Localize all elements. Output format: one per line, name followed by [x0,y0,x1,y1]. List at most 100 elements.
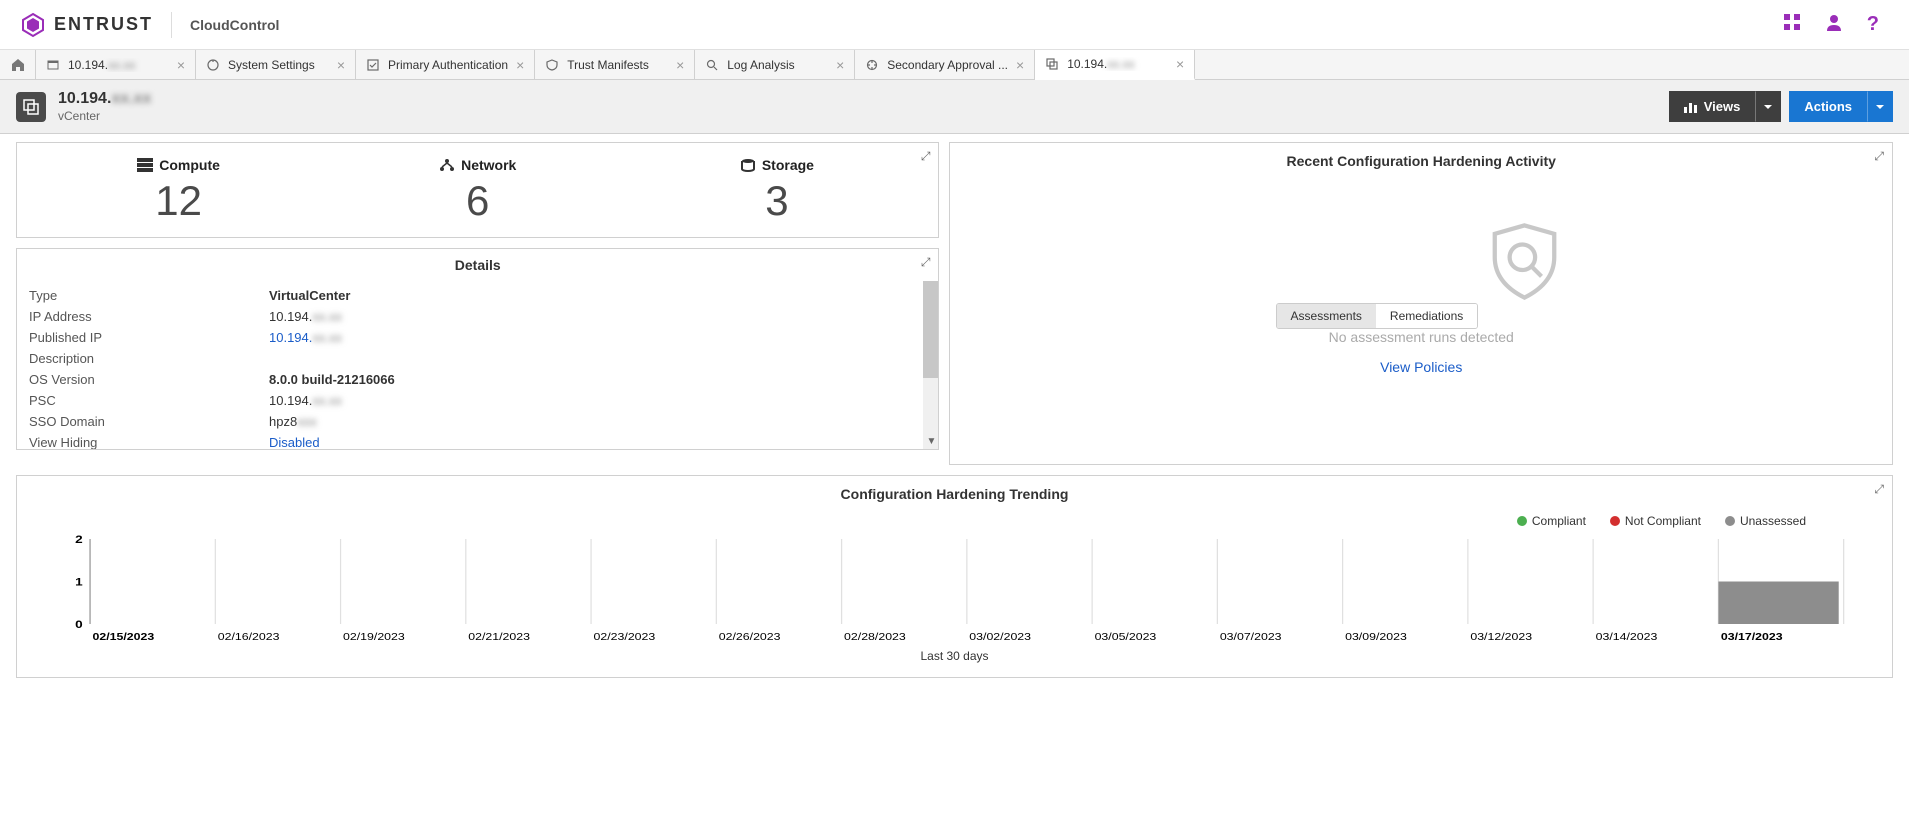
scrollbar-down-icon[interactable]: ▼ [926,436,936,447]
svg-text:1: 1 [75,576,83,588]
logo-text: ENTRUST [54,14,153,35]
legend-unassessed: Unassessed [1725,514,1806,528]
tab-remediations[interactable]: Remediations [1376,304,1477,328]
detail-label: Description [29,351,269,366]
tab-3[interactable]: Trust Manifests× [535,50,695,79]
apps-icon[interactable] [1783,13,1801,36]
actions-button[interactable]: Actions [1789,91,1867,122]
detail-row: OS Version8.0.0 build-21216066 [29,369,926,390]
compute-icon [137,158,153,172]
shield-search-icon [1482,219,1567,304]
close-icon[interactable]: × [836,57,844,73]
assessment-tabs: Assessments Remediations [1276,303,1479,329]
close-icon[interactable]: × [516,57,524,73]
detail-label: SSO Domain [29,414,269,429]
tab-icon [705,58,719,72]
detail-row: IP Address10.194.xx.xx [29,306,926,327]
chart-xlabel: Last 30 days [53,649,1856,663]
help-icon[interactable]: ? [1867,13,1879,36]
detail-label: IP Address [29,309,269,324]
expand-icon[interactable]: ⤢ [921,255,931,270]
network-value: 6 [328,177,627,225]
views-button-group: Views [1669,91,1782,122]
app-name: CloudControl [190,17,279,33]
views-button[interactable]: Views [1669,91,1756,122]
tabs-container: 10.194.xx.xx×System Settings×Primary Aut… [36,50,1195,79]
detail-label: View Hiding [29,435,269,449]
close-icon[interactable]: × [177,57,185,73]
tab-label: System Settings [228,58,329,72]
tab-0[interactable]: 10.194.xx.xx × [36,50,196,79]
close-icon[interactable]: × [1176,56,1184,72]
svg-text:03/14/2023: 03/14/2023 [1596,632,1658,643]
scrollbar[interactable]: ▼ [923,281,938,449]
context-header: 10.194.xx.xx vCenter Views Actions [0,80,1909,134]
close-icon[interactable]: × [1016,57,1024,73]
storage-icon [740,158,756,172]
details-panel: ⤢ Details TypeVirtualCenterIP Address10.… [16,248,939,450]
chart-area: 01202/15/202302/16/202302/19/202302/21/2… [53,534,1856,647]
tab-strip: 10.194.xx.xx×System Settings×Primary Aut… [0,50,1909,80]
tab-1[interactable]: System Settings × [196,50,356,79]
logo: ENTRUST [20,12,153,38]
close-icon[interactable]: × [676,57,684,73]
tab-assessments[interactable]: Assessments [1277,304,1376,328]
actions-dropdown-caret[interactable] [1867,91,1893,122]
svg-text:0: 0 [75,618,83,630]
svg-text:2: 2 [75,534,83,546]
tab-2[interactable]: Primary Authentication× [356,50,535,79]
details-body[interactable]: TypeVirtualCenterIP Address10.194.xx.xxP… [17,281,938,449]
assessment-panel: ⤢ Recent Configuration Hardening Activit… [949,142,1893,465]
close-icon[interactable]: × [337,57,345,73]
svg-text:03/17/2023: 03/17/2023 [1721,632,1783,643]
tab-icon [46,58,60,72]
detail-row: SSO Domainhpz8xxx [29,411,926,432]
detail-label: Published IP [29,330,269,345]
detail-value: VirtualCenter [269,288,350,303]
header-actions: ? [1783,13,1879,36]
actions-button-group: Actions [1789,91,1893,122]
home-tab[interactable] [0,50,36,79]
detail-row: TypeVirtualCenter [29,285,926,306]
user-icon[interactable] [1825,13,1843,36]
detail-row: PSC10.194.xx.xx [29,390,926,411]
storage-value: 3 [627,177,926,225]
svg-text:02/19/2023: 02/19/2023 [343,632,405,643]
chart-icon [1684,101,1698,113]
expand-icon[interactable]: ⤢ [921,149,931,164]
detail-value: 10.194.xx.xx [269,393,342,408]
view-policies-link[interactable]: View Policies [962,359,1880,375]
vcenter-icon [16,92,46,122]
tab-icon [206,58,220,72]
home-icon [11,58,25,72]
svg-text:03/09/2023: 03/09/2023 [1345,632,1407,643]
tab-5[interactable]: Secondary Approval ... × [855,50,1035,79]
expand-icon[interactable]: ⤢ [1874,149,1884,164]
tab-label: Secondary Approval ... [887,58,1008,72]
legend-notcompliant: Not Compliant [1610,514,1701,528]
detail-label: PSC [29,393,269,408]
expand-icon[interactable]: ⤢ [1874,482,1884,497]
chart-title: Configuration Hardening Trending [53,486,1856,502]
svg-text:02/21/2023: 02/21/2023 [468,632,530,643]
svg-text:02/15/2023: 02/15/2023 [93,632,155,643]
left-column: ⤢ Compute 12 Network 6 Storage 3 [16,142,939,465]
chart-panel: ⤢ Configuration Hardening Trending Compl… [16,475,1893,678]
scrollbar-thumb[interactable] [923,281,938,378]
svg-text:02/26/2023: 02/26/2023 [719,632,781,643]
tab-label: 10.194.xx.xx [68,58,169,72]
detail-value[interactable]: 10.194.xx.xx [269,330,342,345]
entrust-logo-icon [20,12,46,38]
detail-value: 8.0.0 build-21216066 [269,372,395,387]
empty-message: No assessment runs detected [962,329,1880,345]
detail-value[interactable]: Disabled [269,435,320,449]
tab-icon [1045,57,1059,71]
assessment-title: Recent Configuration Hardening Activity [962,153,1880,169]
tab-label: 10.194.xx.xx [1067,57,1168,71]
tab-4[interactable]: Log Analysis× [695,50,855,79]
divider [171,12,172,38]
svg-text:03/05/2023: 03/05/2023 [1095,632,1157,643]
detail-value: hpz8xxx [269,414,317,429]
views-dropdown-caret[interactable] [1755,91,1781,122]
tab-6[interactable]: 10.194.xx.xx × [1035,50,1195,80]
